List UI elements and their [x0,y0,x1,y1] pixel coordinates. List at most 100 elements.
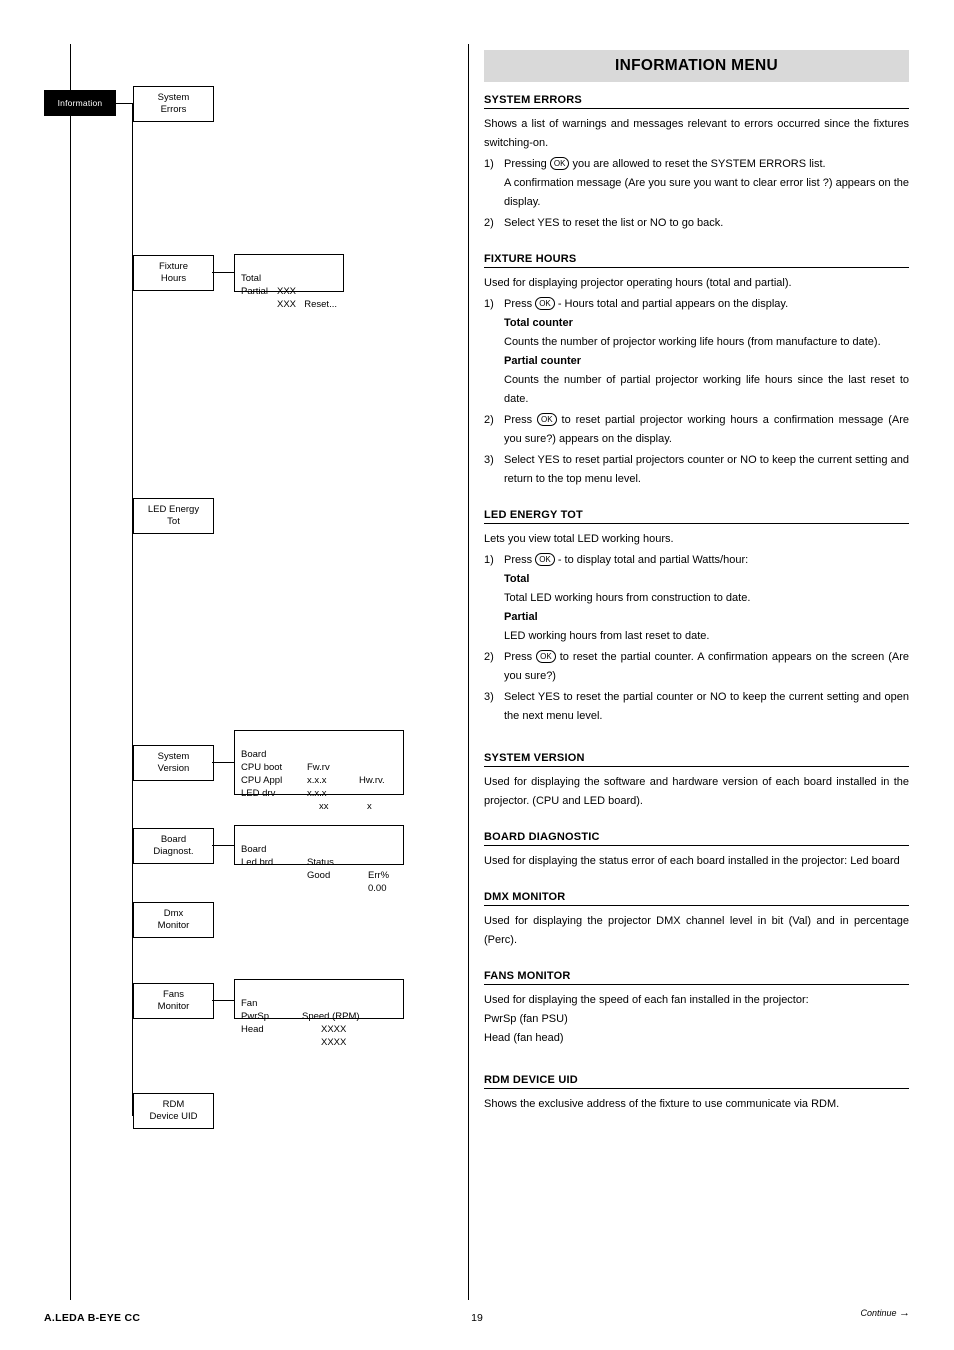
detail-row: LED drv xx [241,774,397,812]
diagram-node-fans-monitor: Fans Monitor [133,983,214,1019]
diagram-node-board-diagnostic: Board Diagnost. [133,828,214,864]
sub-text: LED working hours from last reset to dat… [504,630,710,642]
detail-cell: XXXX [321,1024,347,1035]
node-label-line1: Board [160,834,187,845]
node-label-line2: Monitor [157,1001,190,1012]
list-item: 1) Pressing OK you are allowed to reset … [484,155,909,174]
diagram-detail-fixture-hours: Total XXX Partial XXX Reset... [234,254,344,310]
detail-row: PwrSp XXXX [241,997,397,1035]
detail-cell: Err% [368,870,390,881]
ok-button-icon: OK [537,412,557,426]
section-heading-system-errors: SYSTEM ERRORS [484,94,909,109]
section-heading-system-version: SYSTEM VERSION [484,752,909,767]
list-text-pre: Press [504,298,533,310]
section-intro-system-version: Used for displaying the software and har… [484,776,909,807]
list-text: Select YES to reset partial projectors c… [504,454,909,485]
node-label-line2: Diagnost. [153,846,194,857]
list-text-pre: Pressing [504,158,547,170]
list-marker: 3) [484,691,494,703]
center-divider-rule [468,44,469,1300]
section-heading-fixture-hours: FIXTURE HOURS [484,253,909,268]
node-label-line1: LED Energy [147,504,200,515]
detail-cell: Status [307,857,334,868]
list-marker: 2) [484,651,494,663]
ok-button-icon: OK [535,552,555,566]
diagram-connector-4-detail [212,762,234,763]
detail-row-header: Board Fw.rv Hw.rv. [241,735,397,786]
list-item: 2) Press OK to reset partial projector w… [484,411,909,449]
diagram-connector-7-detail [212,1000,234,1001]
node-label-line1: RDM [162,1099,185,1110]
footer-continue-label: Continue [860,1308,897,1318]
detail-row: Led brd Good 0.00 [241,843,397,894]
list-marker: 3) [484,454,494,466]
node-label-line2: Hours [160,273,187,284]
diagram-node-dmx-monitor: Dmx Monitor [133,902,214,938]
list-marker: 1) [484,554,494,566]
section-heading-led-energy-tot: LED ENERGY TOT [484,509,909,524]
list-text: Select YES to reset the list or NO to go… [504,217,724,229]
node-label-line1: Fixture [158,261,189,272]
node-label-line1: Fans [162,989,185,1000]
node-label-line2: Tot [167,516,180,527]
list-marker: 2) [484,414,494,426]
sub-heading: Total [504,573,530,585]
section-heading-board-diagnostic: BOARD DIAGNOSTIC [484,831,909,846]
node-label-line2: Device UID [149,1111,198,1122]
diagram-detail-fans-monitor: Fan Speed (RPM) PwrSp XXXX Head XXXX [234,979,404,1048]
ok-button-icon: OK [549,156,570,170]
fans-monitor-line-1: PwrSp (fan PSU) [484,1013,568,1025]
node-label-line1: System [157,92,190,103]
menu-title: INFORMATION MENU [484,50,909,82]
detail-row: CPU boot x.x.x [241,748,397,786]
detail-row: Head XXXX [241,1010,397,1048]
diagram-detail-system-version: Board Fw.rv Hw.rv. CPU boot x.x.x CPU Ap… [234,730,404,812]
node-label-line2: Version [157,763,190,774]
list-text-post: you are allowed to reset the SYSTEM ERRO… [572,158,826,170]
list-item-extra: A confirmation message (Are you sure you… [504,177,909,208]
list-text-post: - to display total and partial Watts/hou… [557,554,749,566]
detail-cell: LED drv [241,788,276,799]
footer-continue: Continue → [860,1307,910,1319]
ok-button-icon: OK [536,649,556,663]
node-label-line2: Errors [160,104,187,115]
detail-cell: x.x.x [307,788,327,799]
detail-row: Partial XXX [241,272,337,310]
diagram-connector-2-detail [212,272,234,273]
sub-text: Counts the number of projector working l… [504,336,881,348]
section-intro-fans-monitor: Used for displaying the speed of each fa… [484,994,809,1006]
detail-row-header: Fan Speed (RPM) [241,984,397,1022]
sub-text: Total LED working hours from constructio… [504,592,751,604]
diagram-detail-board-diagnostic: Board Status Err% Led brd Good 0.00 [234,825,404,894]
list-item: 3) Select YES to reset partial projector… [484,451,909,489]
section-intro-system-errors: Shows a list of warnings and messages re… [484,118,909,149]
section-intro-fixture-hours: Used for displaying projector operating … [484,277,792,289]
detail-cell: xx [319,801,329,812]
section-heading-fans-monitor: FANS MONITOR [484,970,909,985]
list-text-post: to reset the partial counter. A confirma… [504,651,909,682]
node-label-line2: Monitor [157,920,190,931]
section-heading-rdm-device-uid: RDM DEVICE UID [484,1074,909,1089]
section-intro-board-diagnostic: Used for displaying the status error of … [484,855,900,867]
information-menu-column: INFORMATION MENU SYSTEM ERRORS Shows a l… [484,50,909,1114]
section-intro-led-energy-tot: Lets you view total LED working hours. [484,533,674,545]
detail-cell: Good [307,870,331,881]
detail-row: Total XXX [241,259,337,297]
detail-cell: XXX [277,299,297,310]
detail-cell: Led brd [241,857,274,868]
list-text: Select YES to reset the partial counter … [504,691,909,722]
diagram-connector-root [116,103,133,104]
list-item: 1) Press OK - Hours total and partial ap… [484,295,909,314]
detail-row-header: Board Status Err% [241,830,397,881]
left-margin-rule [70,44,71,1300]
node-label-line1: Dmx [163,908,184,919]
list-item: 3) Select YES to reset the partial count… [484,688,909,726]
diagram-node-led-energy-tot: LED Energy Tot [133,498,214,534]
list-text-pre: Press [504,651,533,663]
arrow-right-icon: → [899,1307,910,1319]
footer-page-number: 19 [471,1312,483,1324]
sub-heading: Partial counter [504,355,582,367]
detail-reset-label: Reset... [304,299,337,310]
diagram-node-system-errors: System Errors [133,86,214,122]
node-label-line1: System [157,751,190,762]
